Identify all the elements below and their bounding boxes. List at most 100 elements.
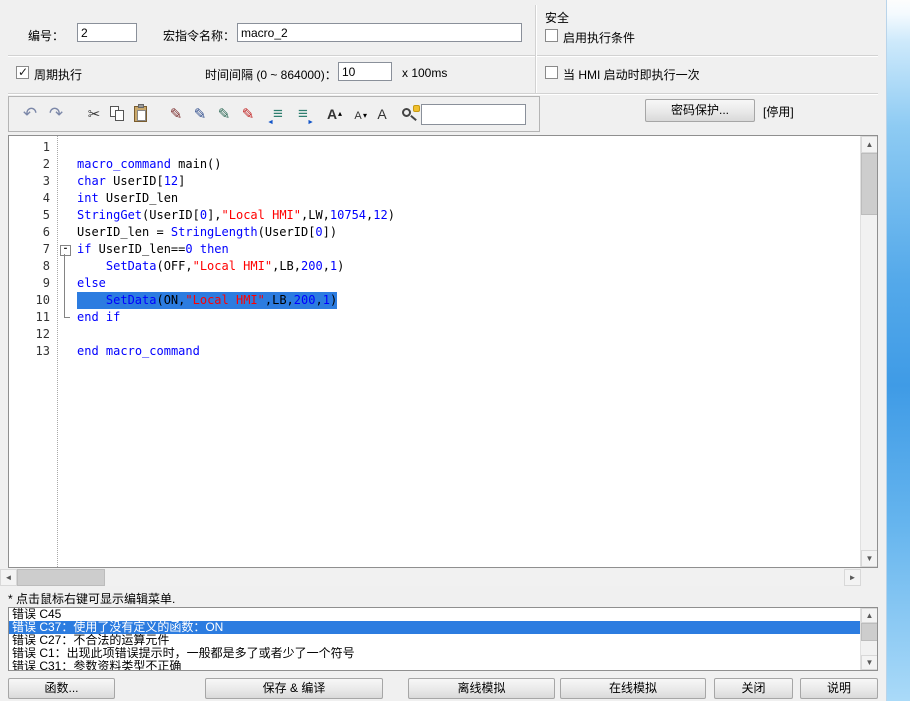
scroll-down-icon[interactable]: ▼	[861, 550, 878, 567]
indent-left-arrow: ◄	[267, 111, 274, 135]
password-protect-button[interactable]: 密码保护...	[645, 99, 755, 122]
code-text: if UserID_len==0 then	[77, 241, 229, 258]
code-line[interactable]: 2 macro_command main()	[9, 156, 860, 173]
code-editor[interactable]: 12macro_command main()3char UserID[12]4i…	[8, 135, 878, 568]
pencil-red-icon[interactable]	[237, 102, 259, 126]
token-kw: int	[77, 191, 99, 205]
offline-simulation-button[interactable]: 离线模拟	[408, 678, 555, 699]
token-pl: (UserID[	[258, 225, 316, 239]
undo-icon[interactable]	[19, 102, 41, 126]
scroll-up-icon[interactable]: ▲	[861, 608, 878, 623]
code-line[interactable]: 9else	[9, 275, 860, 292]
line-number: 11	[9, 309, 52, 326]
code-text: SetData(OFF,"Local HMI",LB,200,1)	[77, 258, 344, 275]
error-item[interactable]: 错误 C31：参数资料类型不正确	[9, 660, 860, 670]
token-pl: (OFF,	[156, 259, 192, 273]
scroll-up-icon[interactable]: ▲	[861, 136, 878, 153]
code-line[interactable]: 1	[9, 139, 860, 156]
online-simulation-button[interactable]: 在线模拟	[560, 678, 706, 699]
editor-horizontal-scrollbar[interactable]: ◄ ►	[0, 569, 861, 586]
find-input[interactable]	[421, 104, 526, 125]
scroll-left-icon[interactable]: ◄	[0, 569, 17, 586]
code-line[interactable]: 3char UserID[12]	[9, 173, 860, 190]
token-pl	[193, 242, 200, 256]
paste-icon[interactable]	[131, 102, 153, 126]
editor-hscroll-thumb[interactable]	[17, 569, 105, 586]
token-pl: ])	[323, 225, 337, 239]
token-pl: UserID[	[106, 174, 164, 188]
line-number: 8	[9, 258, 52, 275]
token-str: "Local HMI"	[185, 293, 264, 307]
code-line[interactable]: 8 SetData(OFF,"Local HMI",LB,200,1)	[9, 258, 860, 275]
code-line[interactable]: 10 SetData(ON,"Local HMI",LB,200,1)	[9, 292, 860, 309]
pencil-blue-icon[interactable]	[189, 102, 211, 126]
code-text: macro_command main()	[77, 156, 222, 173]
font-increase-icon[interactable]: ▴	[321, 102, 343, 126]
periodic-checkbox[interactable]	[16, 66, 29, 79]
interval-unit-label: x 100ms	[402, 66, 447, 80]
error-item-selected[interactable]: 错误 C37：使用了没有定义的函数：ON	[9, 621, 860, 634]
line-number: 9	[9, 275, 52, 292]
error-list-items: 错误 C45错误 C37：使用了没有定义的函数：ON错误 C27：不合法的运算元…	[9, 608, 860, 670]
cut-icon[interactable]	[83, 102, 105, 126]
code-text: StringGet(UserID[0],"Local HMI",LW,10754…	[77, 207, 395, 224]
code-line[interactable]: 4int UserID_len	[9, 190, 860, 207]
token-pl: ,LB,	[272, 259, 301, 273]
token-str: "Local HMI"	[222, 208, 301, 222]
scroll-right-icon[interactable]: ►	[844, 569, 861, 586]
save-compile-button[interactable]: 保存 & 编译	[205, 678, 383, 699]
redo-icon[interactable]	[45, 102, 67, 126]
code-line[interactable]: 5StringGet(UserID[0],"Local HMI",LW,1075…	[9, 207, 860, 224]
screen: 编号： 宏指令名称： 安全 启用执行条件 周期执行 时间间隔 (0 ~ 8640…	[0, 0, 910, 701]
macro-id-input[interactable]	[77, 23, 137, 42]
code-line[interactable]: 12	[9, 326, 860, 343]
error-item[interactable]: 错误 C1：出现此项错误提示时，一般都是多了或者少了一个符号	[9, 647, 860, 660]
indent-left-icon[interactable]: ◄	[267, 102, 289, 126]
error-vscroll-thumb[interactable]	[861, 623, 878, 641]
close-button[interactable]: 关闭	[714, 678, 793, 699]
token-kw: macro_command	[106, 344, 200, 358]
pencil-green-icon[interactable]	[213, 102, 235, 126]
code-lines: 12macro_command main()3char UserID[12]4i…	[9, 139, 860, 567]
error-list-scrollbar[interactable]: ▲ ▼	[860, 608, 877, 670]
code-line[interactable]: 6UserID_len = StringLength(UserID[0])	[9, 224, 860, 241]
error-item[interactable]: 错误 C27：不合法的运算元件	[9, 634, 860, 647]
fold-toggle-icon[interactable]	[52, 241, 77, 258]
periodic-label: 周期执行	[34, 66, 82, 83]
code-text: UserID_len = StringLength(UserID[0])	[77, 224, 337, 241]
token-kw: end	[77, 310, 99, 324]
find-icon[interactable]	[399, 102, 421, 126]
fold-column	[52, 139, 77, 156]
macro-name-input[interactable]	[237, 23, 522, 42]
code-text: char UserID[12]	[77, 173, 185, 190]
token-pl: UserID_len =	[77, 225, 171, 239]
line-number: 2	[9, 156, 52, 173]
font-icon[interactable]	[371, 102, 393, 126]
gutter-separator	[57, 136, 58, 567]
font-decrease-icon[interactable]: ▾	[347, 102, 369, 126]
pencil-maroon-icon[interactable]	[165, 102, 187, 126]
enable-condition-checkbox[interactable]	[545, 29, 558, 42]
code-line[interactable]: 11end if	[9, 309, 860, 326]
token-num: 12	[164, 174, 178, 188]
functions-button[interactable]: 函数...	[8, 678, 115, 699]
interval-input[interactable]	[338, 62, 392, 81]
help-button[interactable]: 说明	[800, 678, 878, 699]
paste-sheet	[137, 110, 146, 121]
copy-icon[interactable]	[107, 102, 129, 126]
token-num: 0	[185, 242, 192, 256]
token-num: 12	[373, 208, 387, 222]
indent-right-icon[interactable]: ►	[292, 102, 314, 126]
copy-sheet	[115, 110, 124, 121]
error-item[interactable]: 错误 C45	[9, 608, 860, 621]
code-line[interactable]: 13end macro_command	[9, 343, 860, 360]
token-kw: StringGet	[77, 208, 142, 222]
code-line[interactable]: 7if UserID_len==0 then	[9, 241, 860, 258]
error-list[interactable]: 错误 C45错误 C37：使用了没有定义的函数：ON错误 C27：不合法的运算元…	[8, 607, 878, 671]
token-pl: ],	[207, 208, 221, 222]
run-on-hmi-start-checkbox[interactable]	[545, 66, 558, 79]
line-number: 13	[9, 343, 52, 360]
editor-vscroll-thumb[interactable]	[861, 153, 878, 215]
editor-vertical-scrollbar[interactable]: ▲ ▼	[860, 136, 877, 567]
scroll-down-icon[interactable]: ▼	[861, 655, 878, 670]
